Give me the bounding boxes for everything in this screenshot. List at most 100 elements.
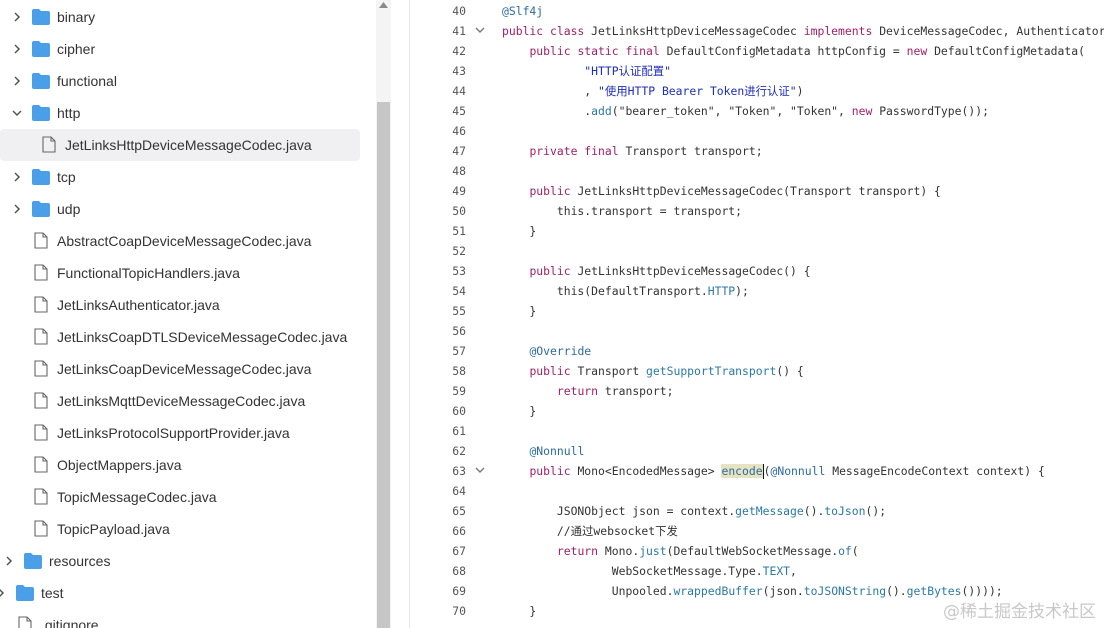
code-line[interactable]: 45 .add("bearer_token", "Token", "Token"…: [410, 101, 1104, 121]
tree-folder-resources[interactable]: resources: [0, 545, 360, 577]
tree-folder-tcp[interactable]: tcp: [0, 161, 360, 193]
code-line[interactable]: 41 public class JetLinksHttpDeviceMessage…: [410, 21, 1104, 41]
code-token: @Override: [529, 344, 592, 358]
line-number: 50: [452, 204, 466, 218]
file-icon: [34, 488, 48, 505]
tree-file[interactable]: JetLinksMqttDeviceMessageCodec.java: [0, 385, 360, 417]
code-token: (DefaultWebSocketMessage.: [666, 544, 839, 558]
code-line[interactable]: 40 @Slf4j: [410, 1, 1104, 21]
line-number: 57: [452, 344, 466, 358]
code-line[interactable]: 42 public static final DefaultConfigMeta…: [410, 41, 1104, 61]
line-number: 52: [452, 244, 466, 258]
chevron-right-icon[interactable]: [10, 202, 24, 216]
code-token: new: [906, 44, 935, 58]
tree-file[interactable]: ObjectMappers.java: [0, 449, 360, 481]
folder-icon: [32, 105, 50, 121]
code-line[interactable]: 59 return transport;: [410, 381, 1104, 401]
code-token: just: [639, 544, 667, 558]
line-number: 49: [452, 184, 466, 198]
line-number: 45: [452, 104, 466, 118]
code-token: ();: [865, 504, 887, 518]
code-line[interactable]: 56: [410, 321, 1104, 341]
tree-scrollbar[interactable]: [376, 0, 391, 628]
code-line[interactable]: 46: [410, 121, 1104, 141]
tree-file[interactable]: JetLinksHttpDeviceMessageCodec.java: [0, 129, 360, 161]
code-text: public Mono<EncodedMessage> encode(@Nonn…: [502, 461, 1045, 481]
tree-folder-test[interactable]: test: [0, 577, 360, 609]
code-line[interactable]: 53 public JetLinksHttpDeviceMessageCodec…: [410, 261, 1104, 281]
tree-file[interactable]: JetLinksCoapDTLSDeviceMessageCodec.java: [0, 321, 360, 353]
scroll-up-icon[interactable]: [379, 2, 388, 8]
file-icon: [34, 296, 48, 313]
code-text: this.transport = transport;: [502, 201, 742, 221]
tree-file[interactable]: .gitignore: [0, 609, 360, 628]
tree-folder-functional[interactable]: functional: [0, 65, 360, 97]
chevron-right-icon[interactable]: [10, 170, 24, 184]
code-token: ())));: [961, 584, 1003, 598]
code-line[interactable]: 55 }: [410, 301, 1104, 321]
tree-file[interactable]: JetLinksProtocolSupportProvider.java: [0, 417, 360, 449]
scrollbar-thumb[interactable]: [377, 102, 390, 628]
line-number: 42: [452, 44, 466, 58]
code-line[interactable]: 47 private final Transport transport;: [410, 141, 1104, 161]
code-line[interactable]: 52: [410, 241, 1104, 261]
code-line[interactable]: 66 //通过websocket下发: [410, 521, 1104, 541]
tree-file[interactable]: FunctionalTopicHandlers.java: [0, 257, 360, 289]
code-line[interactable]: 67 return Mono.just(DefaultWebSocketMess…: [410, 541, 1104, 561]
line-number: 56: [452, 324, 466, 338]
tree-file[interactable]: TopicPayload.java: [0, 513, 360, 545]
tree-file[interactable]: AbstractCoapDeviceMessageCodec.java: [0, 225, 360, 257]
code-line[interactable]: 44 , "使用HTTP Bearer Token进行认证"): [410, 81, 1104, 101]
code-text: public JetLinksHttpDeviceMessageCodec(Tr…: [502, 181, 940, 201]
tree-folder-udp[interactable]: udp: [0, 193, 360, 225]
code-line[interactable]: 63 public Mono<EncodedMessage> encode(@N…: [410, 461, 1104, 481]
tree-file[interactable]: JetLinksCoapDeviceMessageCodec.java: [0, 353, 360, 385]
line-number: 47: [452, 144, 466, 158]
code-token: }: [502, 604, 537, 618]
chevron-down-icon[interactable]: [10, 106, 24, 120]
code-line[interactable]: 54 this(DefaultTransport.HTTP);: [410, 281, 1104, 301]
chevron-right-icon[interactable]: [10, 74, 24, 88]
tree-folder-binary[interactable]: binary: [0, 1, 360, 33]
chevron-right-icon[interactable]: [10, 10, 24, 24]
code-line[interactable]: 60 }: [410, 401, 1104, 421]
code-line[interactable]: 58 public Transport getSupportTransport(…: [410, 361, 1104, 381]
code-line[interactable]: 48: [410, 161, 1104, 181]
tree-item-label: JetLinksMqttDeviceMessageCodec.java: [57, 393, 306, 409]
tree-folder-http[interactable]: http: [0, 97, 360, 129]
code-token: "使用HTTP Bearer Token进行认证": [598, 84, 797, 98]
fold-chevron-icon[interactable]: [474, 27, 486, 35]
tree-file[interactable]: JetLinksAuthenticator.java: [0, 289, 360, 321]
code-token: .: [502, 104, 592, 118]
code-line[interactable]: 61: [410, 421, 1104, 441]
code-line[interactable]: 50 this.transport = transport;: [410, 201, 1104, 221]
chevron-right-icon[interactable]: [10, 42, 24, 56]
watermark: @稀土掘金技术社区: [943, 602, 1096, 622]
code-token: }: [502, 304, 537, 318]
line-number: 65: [452, 504, 466, 518]
code-line[interactable]: 64: [410, 481, 1104, 501]
code-line[interactable]: 62 @Nonnull: [410, 441, 1104, 461]
tree-item-label: resources: [49, 553, 111, 569]
tree-item-label: AbstractCoapDeviceMessageCodec.java: [57, 233, 312, 249]
code-text: }: [502, 221, 536, 241]
chevron-right-icon[interactable]: [2, 554, 16, 568]
code-token: Mono.: [604, 544, 640, 558]
code-text: return Mono.just(DefaultWebSocketMessage…: [502, 541, 859, 561]
code-line[interactable]: 68 WebSocketMessage.Type.TEXT,: [410, 561, 1104, 581]
code-line[interactable]: 49 public JetLinksHttpDeviceMessageCodec…: [410, 181, 1104, 201]
code-line[interactable]: 51 }: [410, 221, 1104, 241]
line-number: 40: [452, 4, 466, 18]
folder-icon: [32, 201, 50, 217]
tree-file[interactable]: TopicMessageCodec.java: [0, 481, 360, 513]
code-line[interactable]: 43 "HTTP认证配置": [410, 61, 1104, 81]
code-line[interactable]: 57 @Override: [410, 341, 1104, 361]
code-line[interactable]: 65 JSONObject json = context.getMessage(…: [410, 501, 1104, 521]
tree-folder-cipher[interactable]: cipher: [0, 33, 360, 65]
code-editor[interactable]: 40 @Slf4j 41 public class JetLinksHttpDevic…: [410, 0, 1104, 628]
code-token: JSONObject json = context.: [502, 504, 736, 518]
code-token: JetLinksHttpDeviceMessageCodec() {: [577, 264, 811, 278]
chevron-right-icon[interactable]: [0, 586, 8, 600]
fold-chevron-icon[interactable]: [474, 467, 486, 475]
